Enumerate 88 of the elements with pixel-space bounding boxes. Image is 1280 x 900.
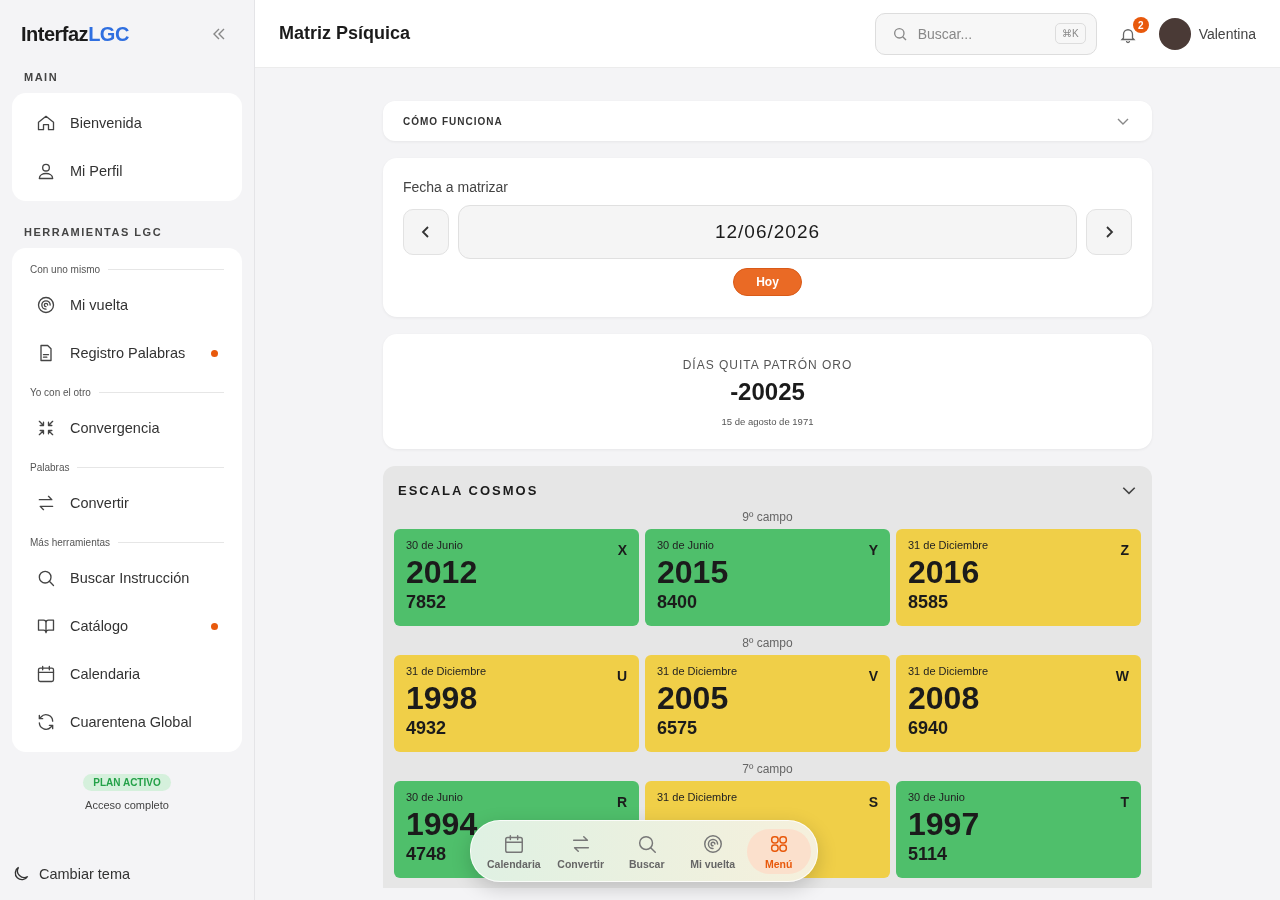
user-name: Valentina	[1198, 25, 1256, 42]
theme-toggle[interactable]: Cambiar tema	[11, 864, 242, 900]
nav-item[interactable]: Convergencia	[12, 404, 242, 452]
card-year: 2005	[657, 682, 729, 714]
nav-item[interactable]: Convertir	[12, 479, 242, 527]
field-label: 7º campo	[741, 762, 794, 776]
group-label: Palabras	[30, 462, 70, 473]
card-letter: W	[1115, 668, 1129, 684]
card-number: 4932	[406, 718, 447, 739]
card-number: 7852	[406, 592, 447, 613]
card-year: 1997	[908, 808, 980, 840]
spiral-icon	[36, 295, 56, 315]
nav-item[interactable]: Bienvenida	[12, 99, 242, 147]
panel-title: ESCALA COSMOS	[398, 482, 539, 498]
nav-item[interactable]: Cuarentena Global	[12, 698, 242, 746]
notification-count: 2	[1132, 17, 1149, 33]
card-year: 2012	[406, 556, 478, 588]
nav-item[interactable]: Mi Perfil	[12, 147, 242, 195]
section-title: MAIN	[23, 70, 60, 85]
page-title: Matriz Psíquica	[279, 23, 412, 44]
plan-badge: PLAN ACTIVO	[83, 774, 171, 791]
stat-date: 15 de agosto de 1971	[721, 416, 814, 427]
app-logo: InterfazLGC	[21, 22, 129, 46]
refresh-icon	[36, 712, 56, 732]
nav-tab[interactable]: Buscar	[614, 828, 679, 874]
nav-tab[interactable]: Convertir	[548, 828, 613, 874]
calendar-icon	[36, 664, 56, 684]
field-label: 8º campo	[741, 636, 794, 650]
nav-item[interactable]: Registro Palabras	[12, 329, 242, 377]
card-number: 8400	[657, 592, 698, 613]
group-label: Yo con el otro	[30, 387, 91, 398]
field-label: 9º campo	[741, 510, 794, 524]
home-icon	[36, 113, 56, 133]
card-year: 2016	[908, 556, 980, 588]
card-letter: Y	[868, 542, 878, 558]
search-input[interactable]: Buscar...	[915, 24, 1047, 43]
user-icon	[36, 161, 56, 181]
card-letter: U	[616, 668, 627, 684]
group-label: Con uno mismo	[30, 264, 101, 275]
card-date: 31 de Diciembre	[657, 665, 738, 677]
calendar-icon	[502, 832, 525, 855]
card-number: 8585	[908, 592, 949, 613]
card-letter: Z	[1120, 542, 1129, 558]
card-number: 5114	[908, 844, 948, 865]
nav-item[interactable]: Catálogo	[12, 602, 242, 650]
stat-title: DÍAS QUITA PATRÓN ORO	[682, 358, 853, 372]
card-date: 31 de Diciembre	[657, 791, 738, 803]
nav-item[interactable]: Calendaria	[12, 650, 242, 698]
card-letter: S	[868, 794, 878, 810]
card-number: 4748	[406, 844, 447, 865]
accordion-header[interactable]: CÓMO FUNCIONA	[383, 101, 1152, 141]
search-icon	[891, 25, 908, 42]
avatar[interactable]	[1158, 17, 1191, 50]
card-date: 31 de Diciembre	[908, 665, 989, 677]
card-date: 31 de Diciembre	[406, 665, 487, 677]
nav-tab[interactable]: Mi vuelta	[680, 828, 745, 874]
field-label: Fecha a matrizar	[403, 179, 510, 195]
nav-item[interactable]: Mi vuelta	[12, 281, 242, 329]
card-date: 30 de Junio	[406, 791, 463, 803]
section-title: HERRAMIENTAS LGC	[23, 225, 164, 240]
search-icon	[36, 568, 56, 588]
card-year: 1994	[406, 808, 478, 840]
spiral-icon	[701, 832, 724, 855]
card-letter: X	[617, 542, 627, 558]
card-number: 6575	[657, 718, 698, 739]
card-date: 30 de Junio	[908, 791, 965, 803]
date-field[interactable]: 12/06/2026	[458, 205, 1077, 259]
nav-item[interactable]: Buscar Instrucción	[12, 554, 242, 602]
card-year: 1998	[406, 682, 478, 714]
card-date: 30 de Junio	[406, 539, 463, 551]
card-letter: V	[868, 668, 878, 684]
card-letter: T	[1120, 794, 1129, 810]
card-number: 6940	[908, 718, 949, 739]
stat-value: -20025	[730, 378, 805, 406]
card-year: 2015	[657, 556, 729, 588]
compress-icon	[36, 418, 56, 438]
card-year: 2008	[908, 682, 980, 714]
plan-text: Acceso completo	[85, 799, 169, 811]
group-label: Más herramientas	[30, 537, 111, 548]
nav-tab[interactable]: Calendaria	[481, 828, 547, 874]
bell-icon	[1118, 26, 1137, 44]
notification-button[interactable]: 2	[1110, 17, 1149, 50]
swap-icon	[36, 493, 56, 513]
shortcut-hint: ⌘K	[1055, 23, 1086, 44]
card-date: 30 de Junio	[657, 539, 714, 551]
card-letter: R	[616, 794, 627, 810]
collapse-icon[interactable]	[212, 27, 226, 41]
card-date: 31 de Diciembre	[908, 539, 989, 551]
